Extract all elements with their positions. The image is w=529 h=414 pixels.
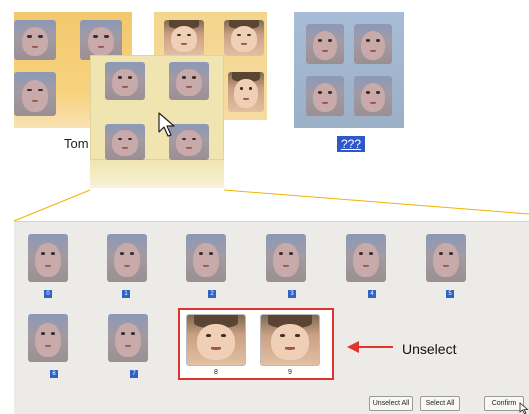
face-grouping-screen: Tom ??? 0 1 2 3 4 5 6 7 8 9 Unselect Uns… bbox=[0, 0, 529, 414]
photo-thumbnail[interactable] bbox=[108, 314, 148, 362]
unselect-annotation-label: Unselect bbox=[402, 341, 457, 357]
unselect-all-button[interactable]: Unselect All bbox=[369, 396, 413, 411]
photo-thumbnail[interactable] bbox=[346, 234, 386, 282]
photo-thumbnail[interactable] bbox=[107, 234, 147, 282]
photo-index: 7 bbox=[130, 370, 138, 378]
photo-thumbnail[interactable] bbox=[186, 234, 226, 282]
photo-index: 2 bbox=[208, 290, 216, 298]
selected-photo-thumbnail[interactable] bbox=[186, 314, 246, 366]
photo-index: 1 bbox=[122, 290, 130, 298]
red-arrow-icon bbox=[347, 341, 393, 353]
photo-index: 3 bbox=[288, 290, 296, 298]
photo-thumbnail[interactable] bbox=[426, 234, 466, 282]
photo-index: 9 bbox=[288, 369, 292, 376]
photo-index: 4 bbox=[368, 290, 376, 298]
photo-selection-panel: 0 1 2 3 4 5 6 7 8 9 Unselect Unselect Al… bbox=[14, 221, 529, 414]
selected-photo-thumbnail[interactable] bbox=[260, 314, 320, 366]
mouse-pointer-icon bbox=[519, 402, 529, 414]
photo-thumbnail[interactable] bbox=[28, 234, 68, 282]
photo-index: 6 bbox=[50, 370, 58, 378]
selected-photos-group: 8 9 bbox=[178, 308, 334, 380]
photo-index: 5 bbox=[446, 290, 454, 298]
confirm-button[interactable]: Confirm bbox=[484, 396, 524, 411]
photo-thumbnail[interactable] bbox=[266, 234, 306, 282]
select-all-button[interactable]: Select All bbox=[420, 396, 460, 411]
photo-index: 8 bbox=[214, 369, 218, 376]
photo-index: 0 bbox=[44, 290, 52, 298]
photo-thumbnail[interactable] bbox=[28, 314, 68, 362]
